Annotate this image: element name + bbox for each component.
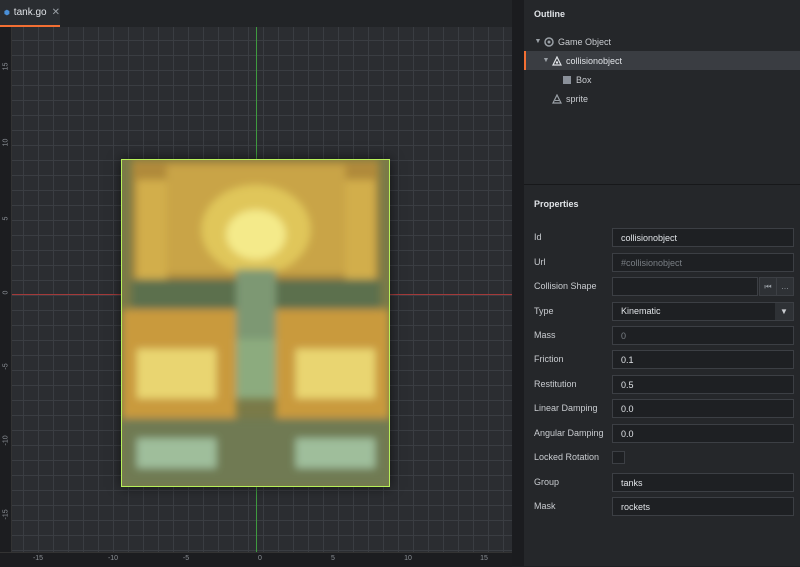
properties-title: Properties bbox=[534, 199, 579, 209]
expand-arrow-icon[interactable]: ▼ bbox=[542, 57, 550, 64]
ruler-tick: -5 bbox=[182, 555, 190, 562]
group-input[interactable] bbox=[612, 473, 794, 492]
friction-input[interactable] bbox=[612, 350, 794, 369]
property-collision-shape: Collision Shape ⏮ … bbox=[524, 276, 800, 298]
scene-viewport[interactable] bbox=[0, 27, 512, 566]
property-label: Restitution bbox=[534, 379, 577, 389]
ruler-tick: 5 bbox=[331, 555, 335, 562]
outline-panel: Outline ▼ Game Object ▼ collisionobject … bbox=[524, 0, 800, 184]
property-label: Locked Rotation bbox=[534, 452, 600, 462]
horizontal-ruler: -15 -10 -5 0 5 10 15 bbox=[0, 552, 512, 567]
tab-tank-go[interactable]: tank.go ✕ bbox=[0, 0, 60, 27]
panel-divider[interactable] bbox=[512, 0, 524, 566]
ruler-tick: 10 bbox=[404, 555, 412, 562]
property-restitution: Restitution bbox=[524, 374, 800, 396]
mass-input bbox=[612, 326, 794, 345]
property-label: Type bbox=[534, 306, 554, 316]
property-linear-damping: Linear Damping bbox=[524, 398, 800, 420]
tab-label: tank.go bbox=[13, 7, 47, 18]
type-select[interactable]: Kinematic ▼ bbox=[612, 302, 794, 321]
property-angular-damping: Angular Damping bbox=[524, 423, 800, 445]
tab-bar: tank.go ✕ bbox=[0, 0, 512, 27]
property-type: Type Kinematic ▼ bbox=[524, 301, 800, 323]
outline-item-collisionobject[interactable]: ▼ collisionobject bbox=[524, 51, 800, 70]
ruler-tick: 0 bbox=[2, 290, 10, 295]
outline-item-game-object[interactable]: ▼ Game Object bbox=[524, 32, 800, 51]
reset-shape-button[interactable]: ⏮ bbox=[759, 277, 777, 296]
outline-item-label: collisionobject bbox=[566, 55, 623, 66]
property-label: Collision Shape bbox=[534, 281, 597, 291]
vertical-ruler: 15 10 5 0 -5 -10 -15 bbox=[0, 27, 12, 566]
id-input[interactable] bbox=[612, 228, 794, 247]
property-group: Group bbox=[524, 472, 800, 494]
restitution-input[interactable] bbox=[612, 375, 794, 394]
selection-marker bbox=[524, 51, 526, 70]
locked-rotation-checkbox[interactable] bbox=[612, 451, 625, 464]
property-label: Angular Damping bbox=[534, 428, 604, 438]
property-label: Mass bbox=[534, 330, 556, 340]
property-id: Id bbox=[524, 227, 800, 249]
property-label: Linear Damping bbox=[534, 403, 598, 413]
property-label: Group bbox=[534, 477, 560, 487]
game-object-icon bbox=[544, 36, 554, 47]
game-object-icon bbox=[4, 9, 10, 16]
ruler-tick: -15 bbox=[2, 509, 10, 520]
property-url: Url bbox=[524, 252, 800, 274]
property-locked-rotation: Locked Rotation bbox=[524, 447, 800, 469]
tank-sprite-image bbox=[122, 160, 389, 486]
property-label: Mask bbox=[534, 501, 556, 511]
box-shape-icon bbox=[563, 75, 571, 84]
property-mass: Mass bbox=[524, 325, 800, 347]
mask-input[interactable] bbox=[612, 497, 794, 516]
url-input bbox=[612, 253, 794, 272]
ruler-tick: 0 bbox=[258, 555, 262, 562]
expand-arrow-icon[interactable]: ▼ bbox=[534, 38, 542, 45]
property-friction: Friction bbox=[524, 349, 800, 371]
property-label: Url bbox=[534, 257, 546, 267]
ruler-tick: -10 bbox=[2, 435, 10, 446]
property-mask: Mask bbox=[524, 496, 800, 518]
outline-title: Outline bbox=[534, 9, 565, 19]
ruler-tick: 15 bbox=[2, 62, 10, 71]
chevron-down-icon[interactable]: ▼ bbox=[775, 303, 793, 320]
ruler-tick: -5 bbox=[2, 363, 10, 370]
ruler-tick: 15 bbox=[480, 555, 488, 562]
ruler-tick: -10 bbox=[107, 555, 119, 562]
collision-shape-input[interactable] bbox=[612, 277, 758, 296]
ruler-tick: 5 bbox=[2, 216, 10, 221]
outline-item-box[interactable]: Box bbox=[524, 70, 800, 89]
angular-damping-input[interactable] bbox=[612, 424, 794, 443]
tank-sprite[interactable] bbox=[121, 159, 390, 487]
properties-panel: Properties Id Url Collision Shape ⏮ … Ty… bbox=[524, 185, 800, 566]
linear-damping-input[interactable] bbox=[612, 399, 794, 418]
outline-item-label: Game Object bbox=[558, 36, 612, 47]
ruler-tick: -15 bbox=[32, 555, 44, 562]
ruler-tick: 10 bbox=[2, 138, 10, 147]
browse-shape-button[interactable]: … bbox=[776, 277, 794, 296]
close-icon[interactable]: ✕ bbox=[52, 7, 60, 18]
outline-item-sprite[interactable]: sprite bbox=[524, 89, 800, 108]
sprite-icon bbox=[552, 93, 562, 104]
scene-editor: tank.go ✕ 15 10 5 0 -5 -10 -15 -15 -10 -… bbox=[0, 0, 512, 567]
collision-object-icon bbox=[552, 55, 562, 66]
property-label: Id bbox=[534, 232, 542, 242]
outline-item-label: sprite bbox=[566, 93, 589, 104]
outline-item-label: Box bbox=[576, 74, 592, 85]
property-label: Friction bbox=[534, 354, 564, 364]
type-selected-value: Kinematic bbox=[621, 306, 661, 316]
